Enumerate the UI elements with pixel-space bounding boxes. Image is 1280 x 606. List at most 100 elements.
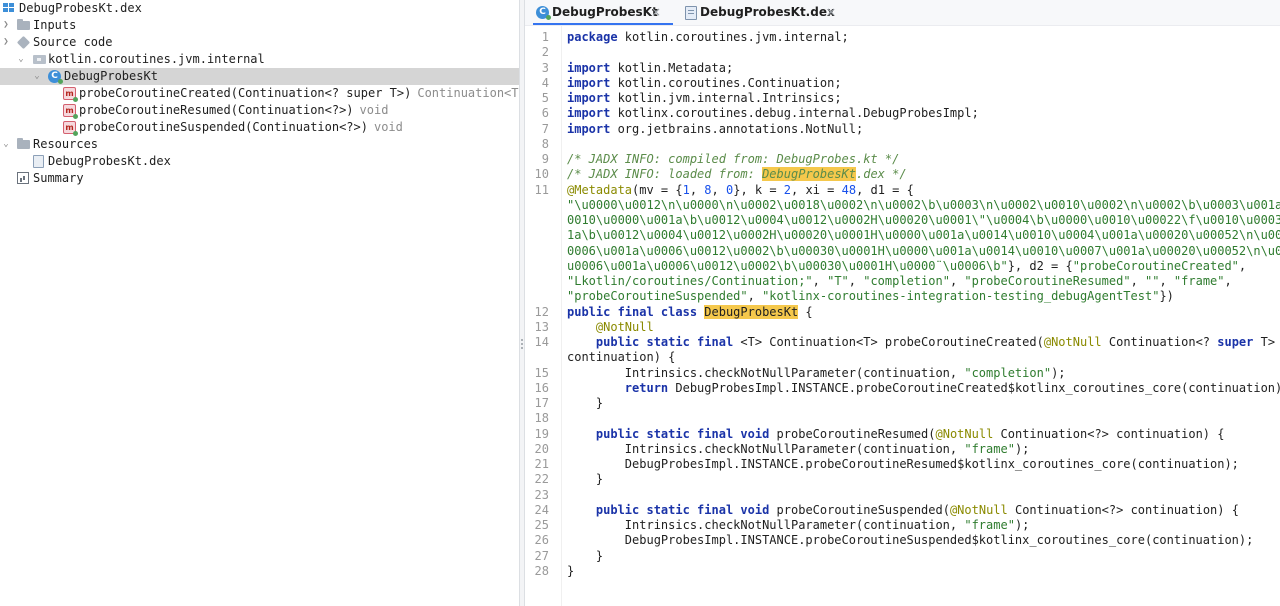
code-text: org.jetbrains.annotations.NotNull; (610, 121, 864, 136)
keyword: import (567, 60, 611, 75)
tab-debugprobeskt[interactable]: C DebugProbesKt × (533, 0, 673, 25)
keyword: package (567, 30, 618, 44)
code-text: , (747, 289, 763, 304)
line-number: 21 (534, 457, 549, 471)
line-number: 17 (534, 396, 549, 410)
chevron-down-icon[interactable]: ⌄ (1, 136, 11, 153)
class-icon: C (48, 70, 63, 84)
line-number: 10 (534, 167, 549, 182)
string: "probeCoroutineSuspended" (567, 289, 748, 304)
line-number: 26 (534, 533, 549, 548)
tree-method-item[interactable]: m probeCoroutineSuspended(Continuation<?… (0, 119, 519, 136)
tree-method-item[interactable]: m probeCoroutineResumed(Continuation<?>)… (0, 102, 519, 119)
code-text: Continuation<? (1101, 335, 1218, 349)
tab-debugprobeskt-dex[interactable]: DebugProbesKt.dex × (683, 0, 843, 25)
annotation: @Metadata (567, 182, 633, 197)
code-line: public final class DebugProbesKt { (567, 304, 813, 320)
jadx-window: DebugProbesKt.dex ❯ Inputs ❯ Source code… (0, 0, 1280, 606)
line-number: 23 (534, 487, 549, 502)
code-text: { (798, 304, 813, 319)
code-line: } (567, 548, 604, 563)
code-text: , (1130, 274, 1146, 288)
string-line: 1a\b\u0012\u0004\u0012\u0002H\u00020\u00… (567, 228, 1280, 243)
code-line: DebugProbesImpl.INSTANCE.probeCoroutineS… (567, 533, 1254, 548)
tree-package-label: kotlin.coroutines.jvm.internal (48, 52, 265, 66)
line-number: 16 (534, 380, 549, 395)
tree-class-selected[interactable]: ⌄ C DebugProbesKt (0, 68, 519, 85)
tree-source-code-label: Source code (33, 35, 113, 49)
close-icon[interactable]: × (826, 0, 836, 25)
chevron-down-icon[interactable]: ⌄ (32, 68, 42, 85)
code-text: kotlin.coroutines.jvm.internal; (617, 30, 849, 44)
code-text: DebugProbesImpl.INSTANCE.probeCoroutineC… (668, 380, 1280, 395)
code-text: kotlinx.coroutines.debug.internal.DebugP… (610, 106, 979, 121)
string: "probeCoroutineCreated" (1072, 258, 1239, 273)
tree-root[interactable]: DebugProbesKt.dex (0, 0, 519, 17)
project-tree: DebugProbesKt.dex ❯ Inputs ❯ Source code… (0, 0, 519, 606)
annotation: @NotNull (949, 502, 1008, 517)
code-text: kotlin.Metadata; (610, 60, 734, 75)
number: 8 (704, 182, 712, 197)
tree-summary[interactable]: Summary (0, 170, 519, 187)
code-text: Intrinsics.checkNotNullParameter(continu… (567, 518, 965, 532)
tree-inputs-label: Inputs (33, 18, 77, 32)
line-number: 5 (541, 91, 549, 105)
string: "" (1145, 274, 1160, 288)
code-text: , xi = (791, 182, 842, 197)
tree-method-item[interactable]: m probeCoroutineCreated(Continuation<? s… (0, 85, 519, 102)
keyword: return (624, 380, 669, 395)
keyword: import (567, 91, 611, 105)
string: "T" (827, 274, 849, 288)
tree-resources[interactable]: ⌄ Resources (0, 136, 519, 153)
line-number: 22 (534, 472, 549, 487)
code-line: package kotlin.coroutines.jvm.internal; (567, 30, 849, 45)
line-number: 11 (534, 182, 549, 197)
method-icon: m (63, 121, 78, 136)
code-text: , (1159, 274, 1174, 288)
tree-inputs[interactable]: ❯ Inputs (0, 17, 519, 34)
chevron-right-icon[interactable]: ❯ (1, 17, 11, 34)
keyword: public final class (567, 304, 698, 319)
tree-class-label: DebugProbesKt (64, 69, 158, 83)
line-number: 12 (534, 304, 549, 319)
code-line: public static final void probeCoroutineS… (567, 503, 1239, 518)
line-number: 13 (534, 319, 549, 334)
string: u0006\u001a\u0006\u0012\u0002\b\u00030\u… (567, 258, 1008, 273)
close-icon[interactable]: × (651, 0, 661, 25)
line-number: 18 (534, 411, 549, 426)
tree-resources-label: Resources (33, 137, 99, 151)
string-line: "\u0000\u0012\n\u0000\n\u0002\u0018\u000… (567, 197, 1280, 212)
code-text: Intrinsics.checkNotNullParameter(continu… (567, 441, 965, 456)
code-line: u0006\u001a\u0006\u0012\u0002\b\u00030\u… (567, 259, 1246, 274)
line-number: 20 (534, 441, 549, 456)
summary-chart-icon (17, 172, 29, 184)
code-line: DebugProbesImpl.INSTANCE.probeCoroutineR… (567, 457, 1239, 471)
line-number: 25 (534, 518, 549, 532)
line-number: 19 (534, 426, 549, 441)
tree-package[interactable]: ⌄ kotlin.coroutines.jvm.internal (0, 51, 519, 68)
tree-source-code[interactable]: ❯ Source code (0, 34, 519, 51)
class-name-highlight: DebugProbesKt (704, 304, 799, 319)
line-number: 15 (534, 365, 549, 380)
method-icon: m (63, 87, 78, 102)
package-icon (33, 55, 46, 64)
chevron-down-icon[interactable]: ⌄ (16, 51, 26, 68)
code-text: , (1238, 258, 1247, 273)
code-line: import kotlin.coroutines.Continuation; (567, 76, 842, 91)
string: "probeCoroutineResumed" (964, 274, 1131, 288)
keyword: void (740, 502, 770, 517)
tab-label: DebugProbesKt (552, 5, 658, 19)
drag-handle-icon[interactable] (521, 338, 523, 350)
chevron-right-icon[interactable]: ❯ (1, 34, 11, 51)
line-number: 7 (541, 121, 549, 136)
source-code-icon (16, 35, 31, 50)
string: "completion" (863, 274, 950, 288)
code-text: <T> Continuation<T> probeCoroutineCreate… (733, 335, 1044, 349)
tree-resource-file[interactable]: DebugProbesKt.dex (0, 153, 519, 170)
line-number: 1 (541, 30, 549, 44)
number: 48 (841, 182, 857, 197)
